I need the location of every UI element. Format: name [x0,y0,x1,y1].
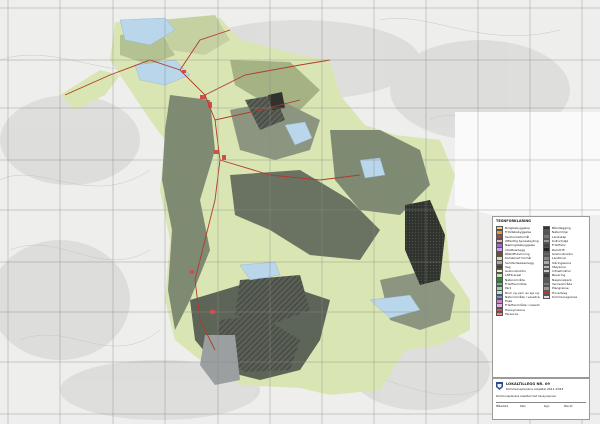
map-legend: TEGNFORKLARING Boligbebyggelse Fritidsbeb… [492,216,590,378]
legend-column-right: Båndlegging Naturmiljø Landskap Kulturmiljø… [543,225,587,300]
legend-label: Faresone [505,312,519,317]
unmapped-area [455,112,600,215]
title-block-grid: Målestokk Dato Sign. Plan-ID [496,402,586,417]
title-block: LOKALTILLEGG NR. 09 Kommuneplanens areal… [492,378,590,420]
plan-subtitle: Kommuneplanens arealdel 2011-2023 [506,387,564,391]
plan-title: LOKALTILLEGG NR. 09 [506,382,550,386]
legend-entry: Faresone [496,311,540,317]
tb-cell-date: Dato [520,405,526,408]
legend-label: Kommunegrense [552,294,578,299]
legend-entry: Kommunegrense [543,294,587,300]
tb-cell-planid: Plan-ID [564,405,573,408]
tb-cell-scale: Målestokk [496,405,509,408]
legend-column-left: Boligbebyggelse Fritidsbebyggelse Sentrums… [496,225,540,317]
plan-note: Kommuneplanens arealdel med hensynssoner [496,395,557,398]
tb-cell-sign: Sign. [544,405,550,408]
legend-swatch [543,294,550,300]
municipality-logo [496,382,503,390]
legend-title: TEGNFORKLARING [496,219,531,223]
legend-swatch [496,311,503,317]
